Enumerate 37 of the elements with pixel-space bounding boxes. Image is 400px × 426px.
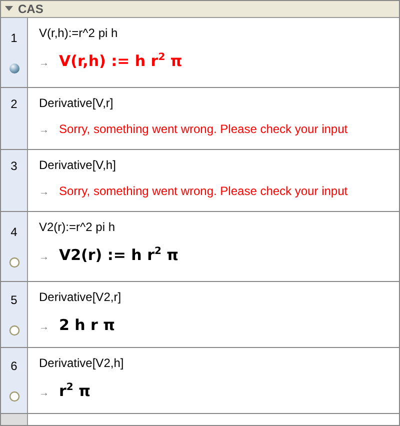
output-arrow: → xyxy=(39,252,49,263)
input-text[interactable]: Derivative[V2,r] xyxy=(39,290,399,304)
row-number: 3 xyxy=(10,159,18,173)
visibility-circle-icon[interactable] xyxy=(8,325,20,336)
input-text[interactable]: Derivative[V,r] xyxy=(39,96,399,110)
output-arrow: → xyxy=(39,125,49,136)
row-header[interactable]: 6 xyxy=(1,348,28,413)
output-arrow: → xyxy=(39,58,49,69)
visibility-circle-icon[interactable] xyxy=(8,391,20,402)
output-arrow: → xyxy=(39,187,49,198)
output-formula: V2(r) := h r$^{2}$ π xyxy=(59,246,179,264)
panel-title: CAS xyxy=(18,2,44,16)
input-text[interactable]: V(r,h):=r^2 pi h xyxy=(39,26,399,40)
output-arrow: → xyxy=(39,388,49,399)
visibility-circle-icon[interactable] xyxy=(8,257,20,268)
row-number: 4 xyxy=(10,225,18,239)
row-number: 5 xyxy=(10,293,18,307)
error-message: Sorry, something went wrong. Please check your input xyxy=(59,184,348,198)
output-formula: V(r,h) := h r$^{2}$ π xyxy=(59,52,182,70)
collapse-triangle-icon[interactable] xyxy=(5,6,13,12)
input-text[interactable]: Derivative[V,h] xyxy=(39,158,399,172)
row-header[interactable]: 5 xyxy=(1,282,28,347)
row-header[interactable] xyxy=(1,414,28,425)
row-number: 1 xyxy=(10,31,18,45)
input-text[interactable]: V2(r):=r^2 pi h xyxy=(39,220,399,234)
row-header[interactable]: 2 xyxy=(1,88,28,149)
output-arrow: → xyxy=(39,322,49,333)
row-header[interactable]: 1 xyxy=(1,18,28,87)
row-header[interactable]: 3 xyxy=(1,150,28,211)
error-message: Sorry, something went wrong. Please check your input xyxy=(59,122,348,136)
row-header[interactable]: 4 xyxy=(1,212,28,281)
row-number: 6 xyxy=(10,359,18,373)
output-formula: 2 h r π xyxy=(59,316,116,334)
input-text[interactable]: Derivative[V2,h] xyxy=(39,356,399,370)
output-formula: r$^{2}$ π xyxy=(59,382,90,400)
row-number: 2 xyxy=(10,97,18,111)
visibility-ball-icon[interactable] xyxy=(8,63,20,74)
